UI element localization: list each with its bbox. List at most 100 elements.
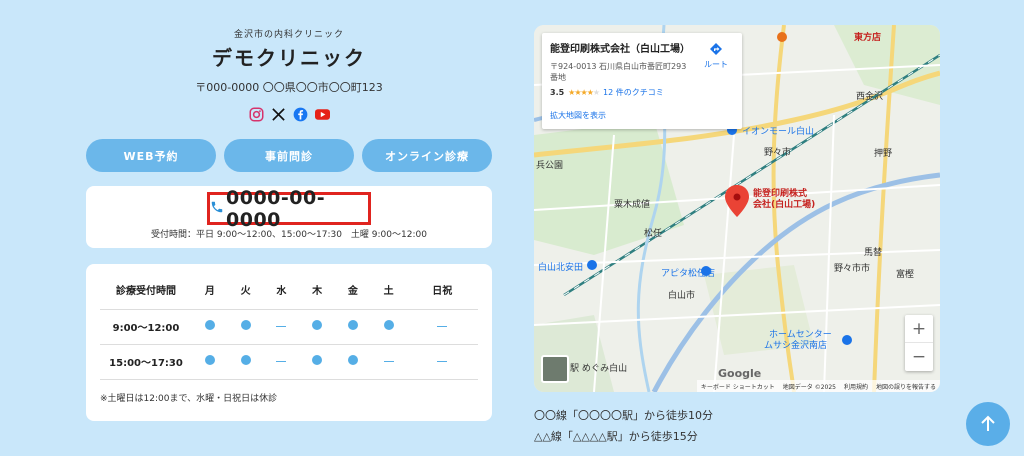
schedule-header-cell: 月 (192, 271, 228, 310)
map-label-hakusan-city: 白山市 (668, 291, 696, 301)
closed-mark-icon (276, 325, 287, 327)
route-button[interactable]: ルート (696, 41, 736, 70)
closed-mark-icon (383, 360, 394, 362)
terms-link[interactable]: 利用規約 (844, 382, 868, 391)
web-reservation-button[interactable]: WEB予約 (86, 139, 216, 172)
map-attribution: キーボード ショートカット 地図データ ©2025 利用規約 地図の誤りを報告す… (696, 380, 940, 392)
open-mark-icon (240, 355, 251, 365)
larger-map-link[interactable]: 拡大地図を表示 (550, 110, 734, 121)
schedule-header-cell: 木 (299, 271, 335, 310)
map-label-umasa: 馬替 (864, 248, 883, 258)
map-label-apita: アピタ松任店 (661, 269, 716, 279)
open-mark-icon (347, 355, 358, 365)
schedule-cell (227, 309, 264, 345)
open-mark-icon (347, 320, 358, 330)
zoom-controls: + − (905, 315, 933, 371)
x-icon[interactable] (271, 107, 286, 122)
schedule-cell (335, 344, 371, 380)
phone-icon (210, 199, 224, 219)
map-label-matto: 松任 (644, 229, 663, 239)
access-line-1: 〇〇線「〇〇〇〇駅」から徒歩10分 (534, 409, 713, 422)
open-mark-icon (204, 355, 215, 365)
map-data-text: 地図データ ©2025 (782, 384, 836, 391)
directions-icon (710, 43, 722, 55)
schedule-cell (192, 344, 228, 380)
report-error-link[interactable]: 地図の誤りを報告する (876, 382, 936, 391)
schedule-cell (370, 344, 407, 380)
open-mark-icon (312, 320, 323, 330)
schedule-header-cell: 診療受付時間 (100, 271, 192, 310)
schedule-cell (335, 309, 371, 345)
map-label-oshino: 押野 (874, 149, 893, 159)
phone-card: 0000-00-0000 受付時間：平日 9:00〜12:00、15:00〜17… (86, 186, 492, 248)
clinic-address: 〒000-0000 〇〇県〇〇市〇〇町123 (195, 81, 383, 94)
place-address: 〒924-0013 石川県白山市番匠町293番地 (550, 62, 687, 83)
zoom-out-button[interactable]: − (905, 343, 933, 371)
map-label-nonoichi-city: 野々市市 (834, 264, 871, 274)
online-consultation-button[interactable]: オンライン診療 (362, 139, 492, 172)
open-mark-icon (383, 320, 394, 330)
map-label-higashiryo: 東方店 (854, 33, 882, 43)
schedule-cell (370, 309, 407, 345)
access-info: 〇〇線「〇〇〇〇駅」から徒歩10分 △△線「△△△△駅」から徒歩15分 (534, 405, 713, 447)
youtube-icon[interactable] (314, 107, 330, 122)
schedule-row: 9:00〜12:00 (100, 309, 478, 345)
open-mark-icon (240, 320, 251, 330)
schedule-cell (299, 344, 335, 380)
rating-stars-icon: ★★★★★ (568, 88, 600, 98)
schedule-header-cell: 土 (370, 271, 407, 310)
reception-hours: 受付時間：平日 9:00〜12:00、15:00〜17:30 土曜 9:00〜1… (151, 230, 427, 240)
route-label: ルート (704, 60, 728, 69)
map-label-homecenter-2: ムサシ金沢南店 (764, 341, 828, 351)
schedule-cell (406, 309, 478, 345)
phone-link[interactable]: 0000-00-0000 (207, 187, 371, 231)
pre-consultation-button[interactable]: 事前問診 (224, 139, 354, 172)
map-label-nishikanazawa: 西金沢 (856, 92, 884, 102)
schedule-header-cell: 金 (335, 271, 371, 310)
map-label-aeon: イオンモール白山 (742, 127, 815, 137)
clinic-subtitle: 金沢市の内科クリニック (233, 30, 344, 40)
action-buttons: WEB予約 事前問診 オンライン診療 (86, 139, 492, 172)
street-view-thumbnail[interactable] (541, 355, 569, 383)
schedule-card: 診療受付時間 月 火 水 木 金 土 日祝 9:00〜12:00 15:00〜17… (86, 264, 492, 421)
map-label-park: 兵公園 (536, 161, 564, 171)
arrow-up-icon (981, 415, 995, 431)
google-map[interactable]: イオンモール白山 野々市 能登印刷株式 会社(白山工場) 松任 白山市 アピタ松… (534, 25, 940, 392)
schedule-header-cell: 火 (227, 271, 264, 310)
social-links (86, 107, 492, 122)
place-rating: 3.5 (550, 88, 565, 98)
open-mark-icon (204, 320, 215, 330)
instagram-icon[interactable] (249, 107, 264, 122)
zoom-in-button[interactable]: + (905, 315, 933, 343)
schedule-cell (263, 309, 300, 345)
scroll-to-top-button[interactable] (966, 402, 1010, 446)
schedule-cell (192, 309, 228, 345)
open-mark-icon (312, 355, 323, 365)
facebook-icon[interactable] (293, 107, 308, 122)
schedule-cell (406, 344, 478, 380)
closed-mark-icon (437, 360, 448, 362)
schedule-cell (299, 309, 335, 345)
schedule-table: 診療受付時間 月 火 水 木 金 土 日祝 9:00〜12:00 15:00〜17… (100, 271, 478, 380)
place-info-card: 能登印刷株式会社（白山工場） 〒924-0013 石川県白山市番匠町293番地 … (542, 33, 742, 129)
map-label-sokoku: 粟木成値 (614, 200, 651, 210)
phone-number: 0000-00-0000 (226, 186, 326, 231)
closed-mark-icon (437, 325, 448, 327)
schedule-time: 15:00〜17:30 (100, 344, 192, 380)
schedule-note: ※土曜日は12:00まで、水曜・日祝日は休診 (100, 394, 278, 404)
map-label-station: 駅 めぐみ白山 (570, 364, 628, 374)
schedule-cell (263, 344, 300, 380)
map-label-tomitsu: 富樫 (896, 270, 915, 280)
map-marker-label-2: 会社(白山工場) (753, 200, 816, 210)
schedule-row: 15:00〜17:30 (100, 344, 478, 380)
schedule-header-row: 診療受付時間 月 火 水 木 金 土 日祝 (100, 271, 478, 310)
google-logo: Google (718, 367, 762, 380)
schedule-time: 9:00〜12:00 (100, 309, 192, 345)
closed-mark-icon (276, 360, 287, 362)
place-reviews-link[interactable]: 12 件のクチコミ (603, 87, 664, 98)
map-label-kitayasuda: 白山北安田 (538, 263, 584, 273)
schedule-header-cell: 日祝 (406, 271, 478, 310)
place-rating-row: 3.5 ★★★★★ 12 件のクチコミ (550, 87, 734, 98)
schedule-cell (227, 344, 264, 380)
keyboard-shortcuts-link[interactable]: キーボード ショートカット (701, 382, 775, 391)
